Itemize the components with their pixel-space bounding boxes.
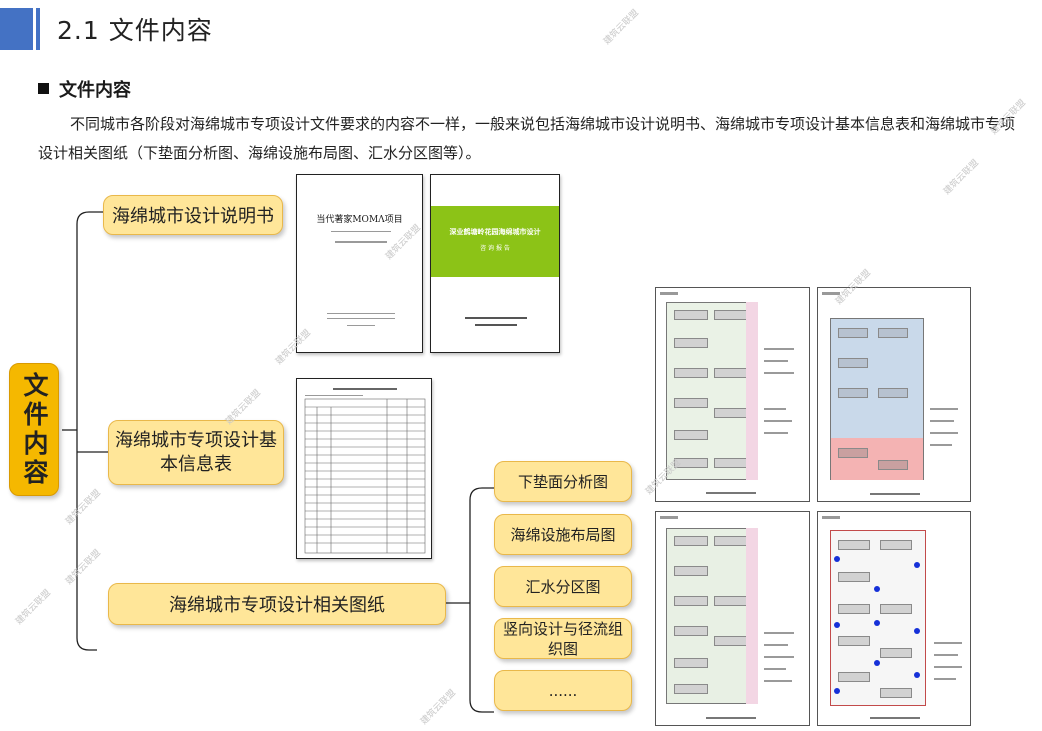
report-cover-subtitle: 咨 询 报 告 — [480, 245, 510, 252]
facility-layout-plan-thumbnail — [655, 511, 810, 726]
drawing-item-underlying-surface: 下垫面分析图 — [494, 461, 632, 502]
vertical-runoff-plan-thumbnail — [817, 511, 971, 726]
info-table-graphic — [304, 388, 426, 554]
design-manual-cover-title: 当代著家MOMΛ项目 — [316, 215, 403, 225]
consulting-report-cover-thumbnail: 深业鹤塘岭花园海绵城市设计 咨 询 报 告 — [430, 174, 560, 353]
main-bracket-line — [76, 211, 103, 651]
design-manual-box: 海绵城市设计说明书 — [103, 195, 283, 235]
report-green-band — [431, 206, 559, 277]
basic-info-table-thumbnail — [296, 378, 432, 559]
basic-info-table-box: 海绵城市专项设计基本信息表 — [108, 420, 284, 485]
drawing-item-catchment-zoning: 汇水分区图 — [494, 566, 632, 607]
report-cover-title: 深业鹤塘岭花园海绵城市设计 — [449, 228, 541, 236]
root-box: 文件内容 — [9, 363, 59, 496]
catchment-zoning-plan-thumbnail — [817, 287, 971, 502]
related-drawings-box: 海绵城市专项设计相关图纸 — [108, 583, 446, 625]
drawing-item-more: ...... — [494, 670, 632, 711]
drawing-item-facility-layout: 海绵设施布局图 — [494, 514, 632, 555]
drawing-item-vertical-runoff: 竖向设计与径流组织图 — [494, 618, 632, 659]
drawings-bracket-line — [469, 487, 494, 713]
design-manual-cover-thumbnail: 当代著家MOMΛ项目 — [296, 174, 423, 353]
